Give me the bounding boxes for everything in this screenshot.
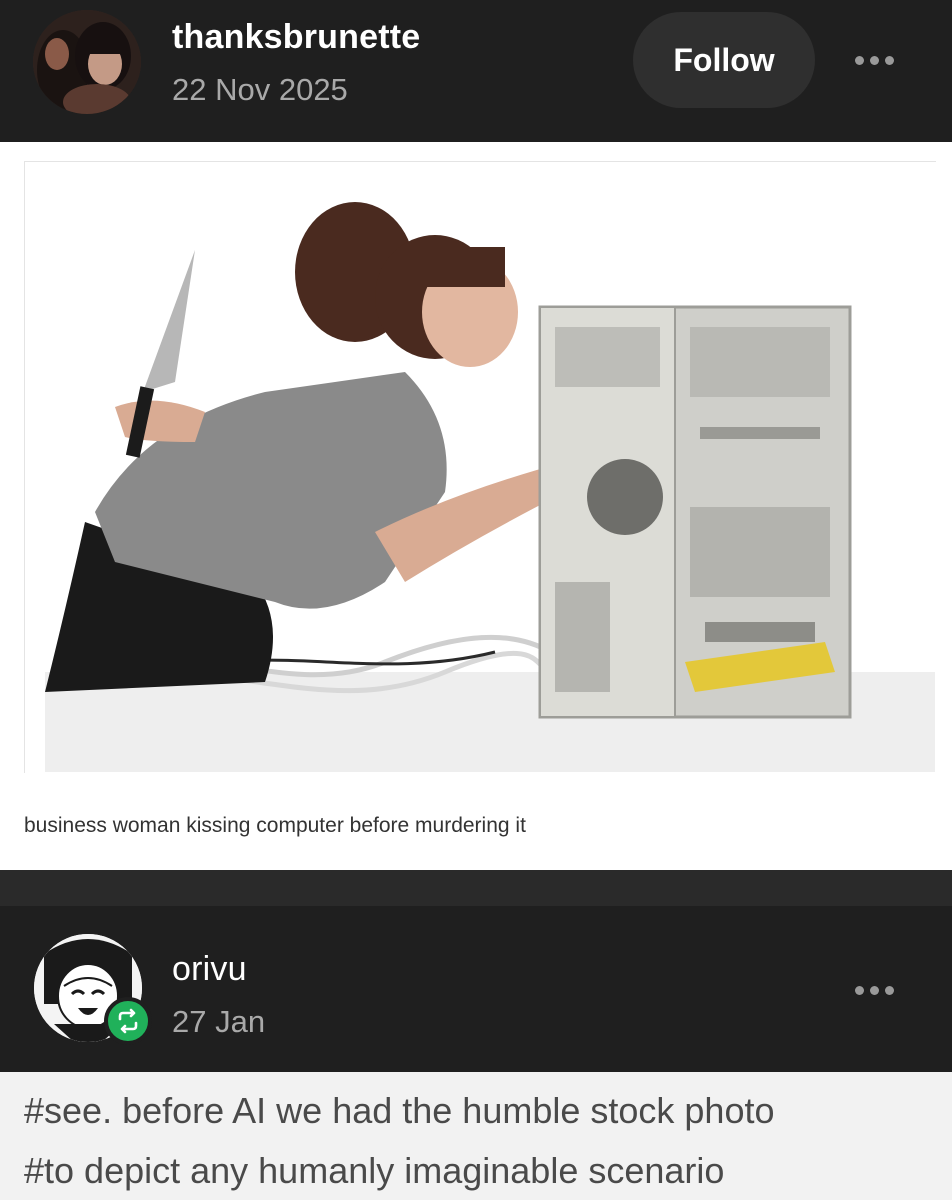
post-photo[interactable] [24,161,937,774]
more-options-icon[interactable] [844,40,904,80]
reblog-date[interactable]: 27 Jan [172,1004,265,1040]
reblog-username[interactable]: orivu [172,950,247,989]
follow-button[interactable]: Follow [633,12,815,108]
post-header: thanksbrunette 22 Nov 2025 Follow [0,0,952,142]
tags-area: #see. before AI we had the humble stock … [0,1072,952,1200]
avatar[interactable] [33,10,141,114]
post-date[interactable]: 22 Nov 2025 [172,72,348,108]
more-options-icon[interactable] [844,970,904,1010]
image-caption: business woman kissing computer before m… [24,814,526,837]
post-image-card: business woman kissing computer before m… [0,142,952,870]
post-username[interactable]: thanksbrunette [172,18,420,57]
post-divider [0,870,952,906]
reblog-header: orivu 27 Jan [0,906,952,1072]
tag-link[interactable]: #see. before AI we had the humble stock … [24,1090,775,1132]
tag-link[interactable]: #to depict any humanly imaginable scenar… [24,1150,724,1192]
reblog-icon [104,997,152,1045]
